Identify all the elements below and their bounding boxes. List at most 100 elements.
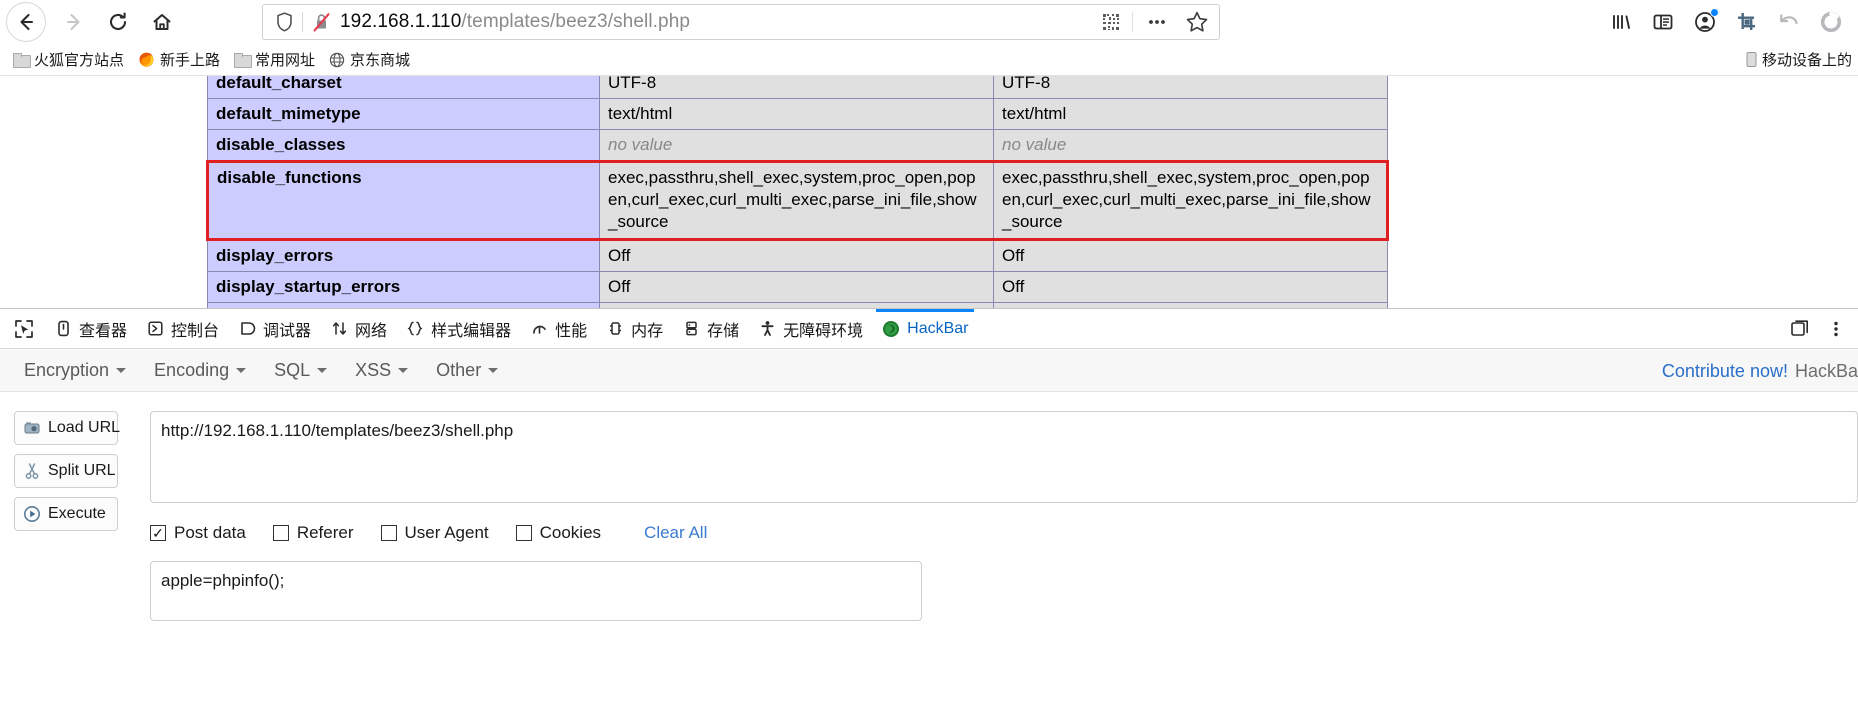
page-actions-ellipsis-icon[interactable] [1145, 11, 1169, 33]
hackbar-action-buttons: Load URL Split URL Execute [14, 411, 120, 531]
qr-glyph [1103, 14, 1119, 30]
url-text[interactable]: 192.168.1.110/templates/beez3/shell.php [340, 11, 1100, 33]
local-value: text/html [599, 98, 994, 131]
post-data-input[interactable]: apple=phpinfo(); [150, 561, 922, 621]
tab-network[interactable]: 网络 [320, 309, 396, 349]
network-arrows-glyph [332, 322, 346, 335]
reload-button[interactable] [96, 0, 140, 44]
user-agent-checkbox[interactable]: User Agent [380, 523, 489, 543]
clear-all-link[interactable]: Clear All [644, 523, 707, 543]
menu-label: SQL [274, 360, 311, 380]
checkbox-label: User Agent [404, 523, 489, 542]
bookmark-item-0[interactable]: 火狐官方站点 [6, 47, 131, 73]
back-button[interactable] [6, 2, 46, 42]
screenshot-crop-glyph [1738, 13, 1755, 30]
accessibility-icon [757, 320, 777, 337]
forward-button[interactable] [52, 0, 96, 44]
lock-broken-icon[interactable] [311, 11, 332, 33]
qr-code-icon[interactable] [1100, 11, 1122, 33]
inspector-glyph [57, 320, 69, 337]
shield-icon[interactable] [275, 11, 294, 33]
tab-label: 无障碍环境 [783, 322, 864, 340]
menu-label: XSS [355, 360, 392, 380]
bookmark-label: 移动设备上的 [1761, 52, 1852, 69]
hackbar-fields: http://192.168.1.110/templates/beez3/she… [150, 411, 1858, 712]
style-editor-icon [405, 320, 425, 337]
scissors-glyph [25, 463, 39, 479]
master-value: Off [993, 270, 1388, 303]
bookmark-star-icon[interactable] [1185, 10, 1209, 34]
home-icon [153, 14, 171, 30]
dock-panel-icon[interactable] [1782, 309, 1818, 349]
devtools-panel: 查看器 控制台 调试器 网络 样式编辑器 性能 内存 存储 无障碍环境 Hack… [0, 308, 1858, 712]
split-url-button[interactable]: Split URL [14, 454, 118, 488]
tab-performance[interactable]: 性能 [520, 309, 596, 349]
checkbox-label: Post data [174, 523, 246, 542]
tab-style-editor[interactable]: 样式编辑器 [396, 309, 520, 349]
bookmark-item-mobile[interactable]: 移动设备上的 [1745, 49, 1852, 70]
undo-icon[interactable] [1768, 0, 1810, 44]
contribute-now-link[interactable]: Contribute now! [1662, 361, 1788, 382]
screenshot-icon[interactable] [1726, 0, 1768, 44]
menu-encryption[interactable]: Encryption [10, 350, 140, 392]
referer-checkbox[interactable]: Referer [272, 523, 354, 543]
no-value-text: no value [1002, 135, 1067, 155]
tab-memory[interactable]: 内存 [596, 309, 672, 349]
chevron-down-icon [236, 368, 247, 373]
directive-name: disable_functions [206, 160, 600, 241]
master-value: UTF-8 [993, 76, 1388, 100]
execute-button[interactable]: Execute [14, 497, 118, 531]
inspector-icon [53, 320, 73, 337]
load-url-icon [23, 419, 41, 437]
tab-console[interactable]: 控制台 [136, 309, 228, 349]
vertical-ellipsis-glyph [1834, 321, 1838, 337]
tab-hackbar[interactable]: HackBar [872, 308, 977, 349]
checkbox-label: Cookies [539, 523, 602, 542]
navigation-toolbar: 192.168.1.110/templates/beez3/shell.php [0, 0, 1858, 44]
reload-icon [110, 12, 127, 31]
url-bar[interactable]: 192.168.1.110/templates/beez3/shell.php [262, 4, 1220, 40]
tab-inspector[interactable]: 查看器 [44, 309, 136, 349]
post-data-checkbox[interactable]: ✓ Post data [150, 523, 246, 543]
menu-sql[interactable]: SQL [260, 350, 341, 392]
folder-icon [234, 53, 253, 68]
debugger-icon [237, 320, 257, 337]
cookies-checkbox[interactable]: Cookies [515, 523, 602, 543]
chevron-down-icon [398, 368, 409, 373]
bookmark-item-3[interactable]: 京东商城 [322, 47, 417, 73]
url-host: 192.168.1.110 [340, 11, 462, 32]
account-notification-badge [1710, 8, 1719, 17]
library-glyph [1613, 15, 1630, 29]
library-icon[interactable] [1600, 0, 1642, 44]
menu-other[interactable]: Other [422, 350, 512, 392]
tab-label: 调试器 [263, 322, 312, 340]
element-picker-icon[interactable] [4, 309, 44, 349]
home-button[interactable] [140, 0, 184, 44]
network-icon [329, 320, 349, 337]
hackbar-options-row: ✓ Post data Referer User Agent Cookies C… [150, 521, 1858, 545]
menu-encoding[interactable]: Encoding [140, 350, 260, 392]
bookmark-item-2[interactable]: 常用网址 [227, 47, 322, 73]
devtools-more-icon[interactable] [1818, 309, 1854, 349]
braces-glyph [407, 321, 423, 336]
sidebar-icon[interactable] [1642, 0, 1684, 44]
tab-debugger[interactable]: 调试器 [228, 309, 320, 349]
account-icon[interactable] [1684, 0, 1726, 44]
memory-glyph [609, 322, 621, 335]
menu-xss[interactable]: XSS [341, 350, 422, 392]
url-path: /templates/beez3/shell.php [461, 11, 691, 32]
url-input[interactable]: http://192.168.1.110/templates/beez3/she… [150, 411, 1858, 503]
master-value: text/html [993, 98, 1388, 131]
devtools-tabbar-right [1782, 309, 1854, 349]
local-value: Off [599, 238, 994, 272]
forward-arrow-icon [66, 13, 80, 31]
master-value: exec,passthru,shell_exec,system,proc_ope… [993, 160, 1389, 241]
sync-circle-glyph [1820, 11, 1842, 33]
sync-icon[interactable] [1810, 0, 1852, 44]
bookmark-item-1[interactable]: 新手上路 [131, 47, 227, 73]
tab-label: 内存 [631, 322, 664, 340]
tab-storage[interactable]: 存储 [672, 309, 748, 349]
devtools-tabbar: 查看器 控制台 调试器 网络 样式编辑器 性能 内存 存储 无障碍环境 Hack… [0, 308, 1858, 349]
tab-accessibility[interactable]: 无障碍环境 [748, 309, 872, 349]
load-url-button[interactable]: Load URL [14, 411, 120, 445]
